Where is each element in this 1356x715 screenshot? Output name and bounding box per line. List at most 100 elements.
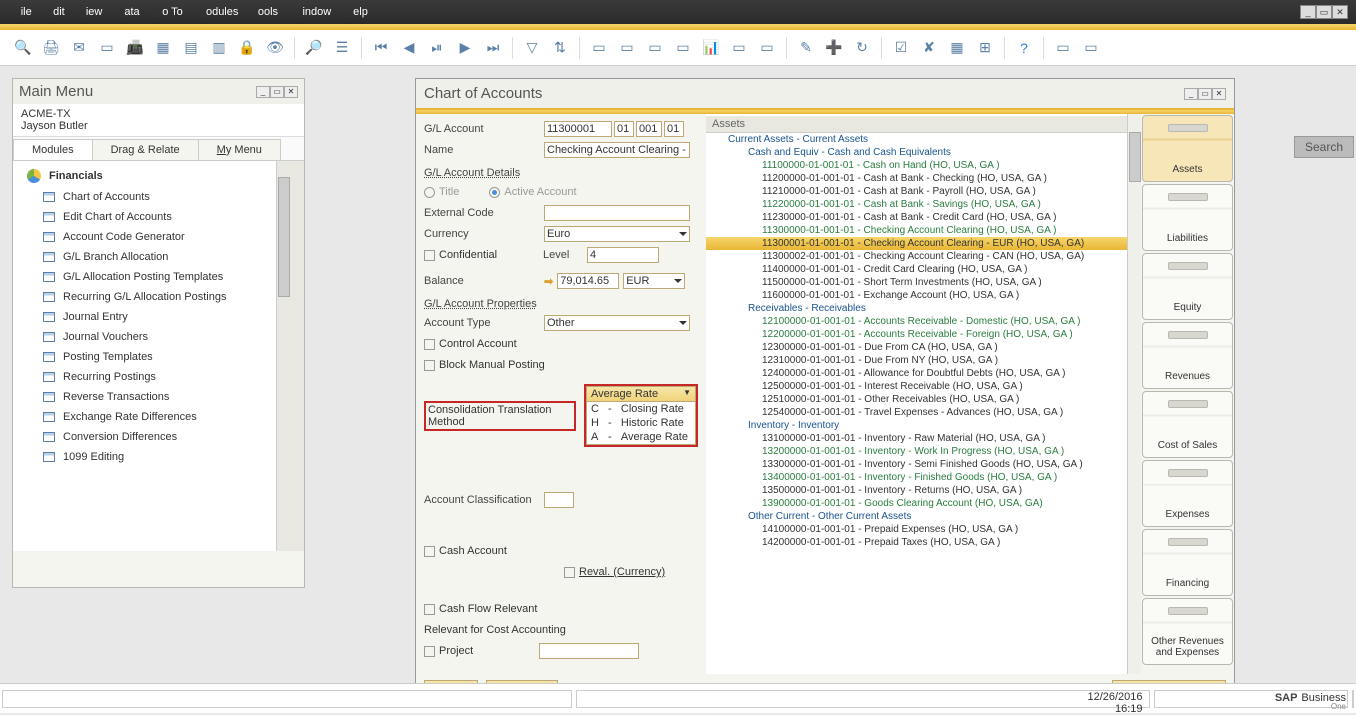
chart-icon[interactable]: 📊	[700, 37, 722, 59]
sidebar-item-financials[interactable]: Financials	[13, 165, 290, 187]
sms-icon[interactable]: ▭	[96, 37, 118, 59]
account-line[interactable]: 11200000-01-001-01 - Cash at Bank - Chec…	[706, 172, 1141, 185]
doc4-icon[interactable]: ▭	[672, 37, 694, 59]
menu-view[interactable]: View	[73, 4, 109, 20]
account-line[interactable]: 11500000-01-001-01 - Short Term Investme…	[706, 276, 1141, 289]
account-line[interactable]: 14200000-01-001-01 - Prepaid Taxes (HO, …	[706, 536, 1141, 549]
menu-help[interactable]: Help	[339, 4, 374, 20]
account-line[interactable]: 11100000-01-001-01 - Cash on Hand (HO, U…	[706, 159, 1141, 172]
close-button[interactable]: ✕	[1332, 5, 1348, 19]
menu-file[interactable]: File	[8, 4, 38, 20]
misc2-icon[interactable]: ▭	[1080, 37, 1102, 59]
extcode-input[interactable]	[544, 205, 690, 221]
sidebar-scrollbar[interactable]	[276, 161, 290, 551]
account-line[interactable]: 13900000-01-001-01 - Goods Clearing Acco…	[706, 497, 1141, 510]
account-line[interactable]: Other Current - Other Current Assets	[706, 510, 1141, 523]
next-icon[interactable]: ▶	[454, 37, 476, 59]
print-icon[interactable]: 🖨	[40, 37, 62, 59]
tab-dragrelate[interactable]: Drag & Relate	[92, 139, 199, 160]
doc1-icon[interactable]: ▭	[588, 37, 610, 59]
drawer-liabilities[interactable]: Liabilities	[1142, 184, 1233, 251]
doc5-icon[interactable]: ▭	[728, 37, 750, 59]
account-line[interactable]: 11220000-01-001-01 - Cash at Bank - Savi…	[706, 198, 1141, 211]
win-minimize[interactable]: _	[1184, 88, 1198, 100]
drawer-revenues[interactable]: Revenues	[1142, 322, 1233, 389]
account-line[interactable]: 13500000-01-001-01 - Inventory - Returns…	[706, 484, 1141, 497]
search-icon[interactable]: 🔎	[303, 37, 325, 59]
minimize-button[interactable]: _	[1300, 5, 1316, 19]
block-check[interactable]	[424, 360, 435, 371]
form-icon[interactable]: ☰	[331, 37, 353, 59]
seg2-input[interactable]	[636, 121, 662, 137]
sort-icon[interactable]: ⇅	[549, 37, 571, 59]
sidebar-item[interactable]: G/L Branch Allocation	[13, 247, 290, 267]
control-check[interactable]	[424, 339, 435, 350]
win-close[interactable]: ✕	[1212, 88, 1226, 100]
account-line[interactable]: 12310000-01-001-01 - Due From NY (HO, US…	[706, 354, 1141, 367]
add-icon[interactable]: ➕	[823, 37, 845, 59]
consol-option[interactable]: A - Average Rate	[587, 430, 695, 444]
account-line[interactable]: 11210000-01-001-01 - Cash at Bank - Payr…	[706, 185, 1141, 198]
win-restore[interactable]: ▭	[1198, 88, 1212, 100]
consol-option[interactable]: C - Closing Rate	[587, 402, 695, 416]
consol-dropdown[interactable]: Average Rate C - Closing RateH - Histori…	[586, 386, 696, 445]
link-arrow-icon[interactable]: ➡	[544, 275, 553, 288]
title-radio[interactable]	[424, 187, 435, 198]
account-line[interactable]: Current Assets - Current Assets	[706, 133, 1141, 146]
account-line[interactable]: 11230000-01-001-01 - Cash at Bank - Cred…	[706, 211, 1141, 224]
tree-scrollbar[interactable]	[1127, 114, 1141, 674]
seg3-input[interactable]	[664, 121, 684, 137]
sidebar-item[interactable]: Recurring G/L Allocation Postings	[13, 287, 290, 307]
doc6-icon[interactable]: ▭	[756, 37, 778, 59]
consol-option[interactable]: H - Historic Rate	[587, 416, 695, 430]
last-icon[interactable]: ⏭	[482, 37, 504, 59]
prev-icon[interactable]: ◀	[398, 37, 420, 59]
account-line[interactable]: 12400000-01-001-01 - Allowance for Doubt…	[706, 367, 1141, 380]
account-line[interactable]: 12510000-01-001-01 - Other Receivables (…	[706, 393, 1141, 406]
account-line[interactable]: 12100000-01-001-01 - Accounts Receivable…	[706, 315, 1141, 328]
drawer-otherrevenuesandexpenses[interactable]: Other Revenues and Expenses	[1142, 598, 1233, 665]
cashflow-check[interactable]	[424, 604, 435, 615]
menu-data[interactable]: Data	[110, 4, 145, 20]
tab-modules[interactable]: Modules	[13, 139, 93, 160]
panel-minimize[interactable]: _	[256, 86, 270, 98]
doc3-icon[interactable]: ▭	[644, 37, 666, 59]
account-line[interactable]: 11300001-01-001-01 - Checking Account Cl…	[706, 237, 1141, 250]
menu-goto[interactable]: Go To	[148, 4, 189, 20]
sidebar-item[interactable]: Account Code Generator	[13, 227, 290, 247]
account-line[interactable]: 14100000-01-001-01 - Prepaid Expenses (H…	[706, 523, 1141, 536]
account-line[interactable]: Receivables - Receivables	[706, 302, 1141, 315]
sidebar-item[interactable]: Journal Entry	[13, 307, 290, 327]
doc2-icon[interactable]: ▭	[616, 37, 638, 59]
sidebar-item[interactable]: G/L Allocation Posting Templates	[13, 267, 290, 287]
preview-icon[interactable]: 🔍	[12, 37, 34, 59]
menu-modules[interactable]: Modules	[191, 4, 245, 20]
account-line[interactable]: 12300000-01-001-01 - Due From CA (HO, US…	[706, 341, 1141, 354]
menu-edit[interactable]: Edit	[40, 4, 71, 20]
active-radio[interactable]	[489, 187, 500, 198]
account-line[interactable]: 12540000-01-001-01 - Travel Expenses - A…	[706, 406, 1141, 419]
pdf-icon[interactable]: ▥	[208, 37, 230, 59]
word-icon[interactable]: ▤	[180, 37, 202, 59]
edit-icon[interactable]: ✎	[795, 37, 817, 59]
account-line[interactable]: 13200000-01-001-01 - Inventory - Work In…	[706, 445, 1141, 458]
lock-icon[interactable]: 🔒	[236, 37, 258, 59]
project-check[interactable]	[424, 646, 435, 657]
org-icon[interactable]: ⊞	[974, 37, 996, 59]
filter-icon[interactable]: ▽	[521, 37, 543, 59]
sidebar-item[interactable]: Reverse Transactions	[13, 387, 290, 407]
seg1-input[interactable]	[614, 121, 634, 137]
account-line[interactable]: Inventory - Inventory	[706, 419, 1141, 432]
name-input[interactable]	[544, 142, 690, 158]
mail-icon[interactable]: ✉	[68, 37, 90, 59]
cash-check[interactable]	[424, 546, 435, 557]
excel-icon[interactable]: ▦	[152, 37, 174, 59]
drawer-financing[interactable]: Financing	[1142, 529, 1233, 596]
account-line[interactable]: 11600000-01-001-01 - Exchange Account (H…	[706, 289, 1141, 302]
confidential-check[interactable]	[424, 250, 435, 261]
menu-window[interactable]: Window	[286, 4, 337, 20]
currency-select[interactable]: Euro	[544, 226, 690, 242]
search-button[interactable]: Search	[1294, 136, 1354, 158]
drawer-costofsales[interactable]: Cost of Sales	[1142, 391, 1233, 458]
account-line[interactable]: 12500000-01-001-01 - Interest Receivable…	[706, 380, 1141, 393]
